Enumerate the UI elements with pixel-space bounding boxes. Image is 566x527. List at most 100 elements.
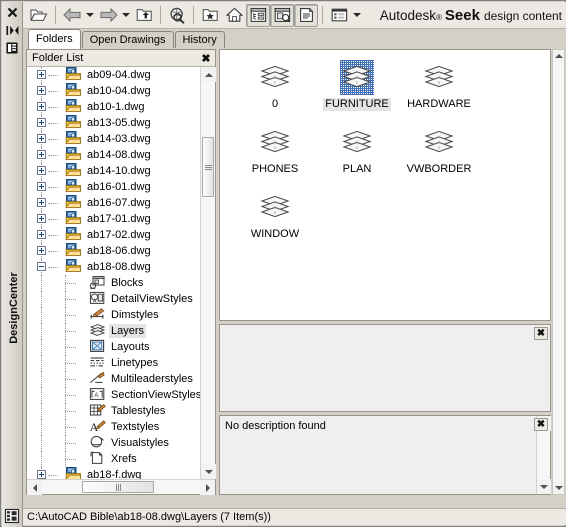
palette-scroll-up-button[interactable] (553, 50, 564, 62)
forward-dropdown-button[interactable] (120, 4, 132, 27)
tree-item[interactable]: ab18-f.dwg (27, 467, 200, 479)
expand-button[interactable] (37, 102, 46, 111)
dwg-file-icon (65, 147, 81, 160)
tree-view-toggle[interactable] (246, 3, 270, 27)
designcenter-icon[interactable] (4, 508, 20, 524)
content-panel[interactable]: 0 FURNITURE HARDWARE PHONES PLAN VWBORDER WIND… (219, 49, 551, 321)
tree-item[interactable]: ab16-07.dwg (27, 195, 200, 211)
tree-item[interactable]: Layouts (27, 339, 200, 355)
expand-button[interactable] (37, 134, 46, 143)
back-dropdown-button[interactable] (84, 4, 96, 27)
expand-button[interactable] (37, 230, 46, 239)
tree-item[interactable]: ab09-04.dwg (27, 67, 200, 83)
description-close-button[interactable]: ✖ (534, 418, 548, 431)
tree-vertical-scrollbar[interactable] (200, 67, 216, 479)
expand-button[interactable] (37, 150, 46, 159)
search-button[interactable] (165, 4, 189, 27)
layer-item[interactable]: PHONES (234, 125, 316, 176)
views-dropdown-button[interactable] (351, 4, 363, 27)
scroll-track[interactable] (201, 82, 215, 464)
palette-scroll-track[interactable] (553, 62, 564, 482)
tree-item[interactable]: A DetailViewStyles (27, 291, 200, 307)
home-button[interactable] (222, 4, 246, 27)
scroll-track-h[interactable] (42, 480, 200, 494)
layer-item[interactable]: 0 (234, 60, 316, 111)
palette-menu-button[interactable] (4, 40, 21, 56)
scroll-up-button[interactable] (201, 67, 216, 82)
scroll-thumb[interactable] (202, 137, 214, 197)
expand-button[interactable] (37, 86, 46, 95)
tree-item[interactable]: Tablestyles (27, 403, 200, 419)
scroll-left-button[interactable] (27, 480, 42, 495)
palette-vertical-scrollbar[interactable] (552, 49, 565, 495)
tree-indent (27, 371, 89, 387)
layer-item[interactable]: HARDWARE (398, 60, 480, 111)
expand-button[interactable] (37, 118, 46, 127)
dwg-file-icon (65, 83, 81, 96)
tree-item[interactable]: Blocks (27, 275, 200, 291)
tree-item[interactable]: Linetypes (27, 355, 200, 371)
tree-item[interactable]: Dimstyles (27, 307, 200, 323)
tree-item[interactable]: ab17-02.dwg (27, 227, 200, 243)
tree-item[interactable]: ab17-01.dwg (27, 211, 200, 227)
tree-item[interactable]: ab18-06.dwg (27, 243, 200, 259)
tree-item-label: Multileaderstyles (111, 373, 193, 385)
collapse-button[interactable] (37, 262, 46, 271)
scroll-down-button[interactable] (201, 464, 216, 479)
preview-toggle[interactable] (270, 3, 294, 27)
favorites-button[interactable] (198, 4, 222, 27)
tree-item[interactable]: ab13-05.dwg (27, 115, 200, 131)
tab-history[interactable]: History (174, 31, 225, 49)
expand-button[interactable] (37, 198, 46, 207)
folder-tree[interactable]: ab09-04.dwg ab10-04.dwg ab10-1.dwg ab13-05.… (27, 67, 200, 479)
up-button[interactable] (132, 4, 156, 27)
expand-button[interactable] (37, 182, 46, 191)
views-button[interactable] (327, 4, 351, 27)
forward-button[interactable] (96, 4, 120, 27)
expand-button[interactable] (37, 470, 46, 479)
back-button[interactable] (60, 4, 84, 27)
auto-hide-button[interactable] (4, 22, 21, 38)
tree-connector (65, 443, 76, 445)
tree-item[interactable]: ab16-01.dwg (27, 179, 200, 195)
tree-item[interactable]: A SectionViewStyles (27, 387, 200, 403)
tab-folders[interactable]: Folders (28, 29, 81, 49)
tree-item[interactable]: ab14-03.dwg (27, 131, 200, 147)
tree-item[interactable]: Multileaderstyles (27, 371, 200, 387)
layer-item[interactable]: PLAN (316, 125, 398, 176)
layer-item[interactable]: FURNITURE (316, 60, 398, 111)
tree-item[interactable]: A Textstyles (27, 419, 200, 435)
folder-list-close-button[interactable]: ✖ (200, 52, 212, 65)
expand-button[interactable] (37, 166, 46, 175)
grip-icon (204, 164, 212, 171)
brand-tagline: design content (483, 8, 562, 23)
tree-horizontal-scrollbar[interactable] (27, 479, 215, 495)
tree-item[interactable]: Visualstyles (27, 435, 200, 451)
tree-item[interactable]: ab14-08.dwg (27, 147, 200, 163)
layer-item-label: PLAN (342, 163, 372, 175)
expand-button[interactable] (37, 214, 46, 223)
scroll-right-button[interactable] (200, 480, 215, 495)
tree-item[interactable]: Layers (27, 323, 200, 339)
tree-item[interactable]: Xrefs (27, 451, 200, 467)
preview-close-button[interactable]: ✖ (534, 327, 548, 340)
desc-scroll-down-button[interactable] (537, 479, 551, 494)
tablestyle-icon (89, 403, 106, 420)
tree-item[interactable]: ab18-08.dwg (27, 259, 200, 275)
autodesk-seek-banner[interactable]: Autodesk ® Seek design content (380, 7, 562, 24)
tree-item[interactable]: ab14-10.dwg (27, 163, 200, 179)
close-button[interactable] (4, 4, 21, 20)
tree-stem (41, 291, 42, 307)
expand-button[interactable] (37, 70, 46, 79)
scroll-thumb-h[interactable] (82, 481, 154, 493)
tree-item[interactable]: ab10-04.dwg (27, 83, 200, 99)
description-toggle[interactable] (294, 3, 318, 27)
load-button[interactable] (27, 4, 51, 27)
expand-button[interactable] (37, 246, 46, 255)
tab-open-drawings[interactable]: Open Drawings (81, 31, 174, 49)
layer-item[interactable]: WINDOW (234, 190, 316, 241)
tree-item[interactable]: ab10-1.dwg (27, 99, 200, 115)
palette-scroll-down-button[interactable] (553, 482, 564, 494)
layer-item[interactable]: VWBORDER (398, 125, 480, 176)
desc-scroll-track[interactable] (537, 431, 550, 479)
